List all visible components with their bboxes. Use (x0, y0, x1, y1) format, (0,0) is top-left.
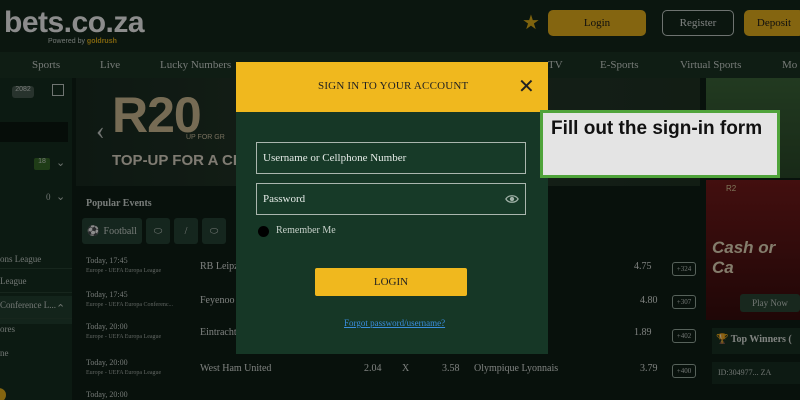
sign-in-modal: SIGN IN TO YOUR ACCOUNT ✕ Remember Me LO… (236, 62, 548, 354)
eye-icon[interactable] (505, 192, 519, 206)
close-icon[interactable]: ✕ (518, 74, 535, 99)
username-input[interactable] (257, 143, 525, 173)
instruction-callout: Fill out the sign-in form (540, 110, 780, 178)
modal-header: SIGN IN TO YOUR ACCOUNT ✕ (236, 62, 548, 112)
instruction-text: Fill out the sign-in form (551, 118, 763, 139)
modal-title: SIGN IN TO YOUR ACCOUNT (318, 80, 469, 92)
password-input[interactable] (257, 184, 525, 214)
username-field[interactable] (256, 142, 526, 174)
login-button[interactable]: LOGIN (315, 268, 467, 296)
remember-me-option[interactable]: Remember Me (256, 224, 396, 238)
forgot-password-link[interactable]: Forgot password/username? (344, 318, 445, 328)
password-field[interactable] (256, 183, 526, 215)
remember-me-label: Remember Me (276, 225, 336, 236)
remember-me-radio[interactable] (258, 226, 269, 237)
